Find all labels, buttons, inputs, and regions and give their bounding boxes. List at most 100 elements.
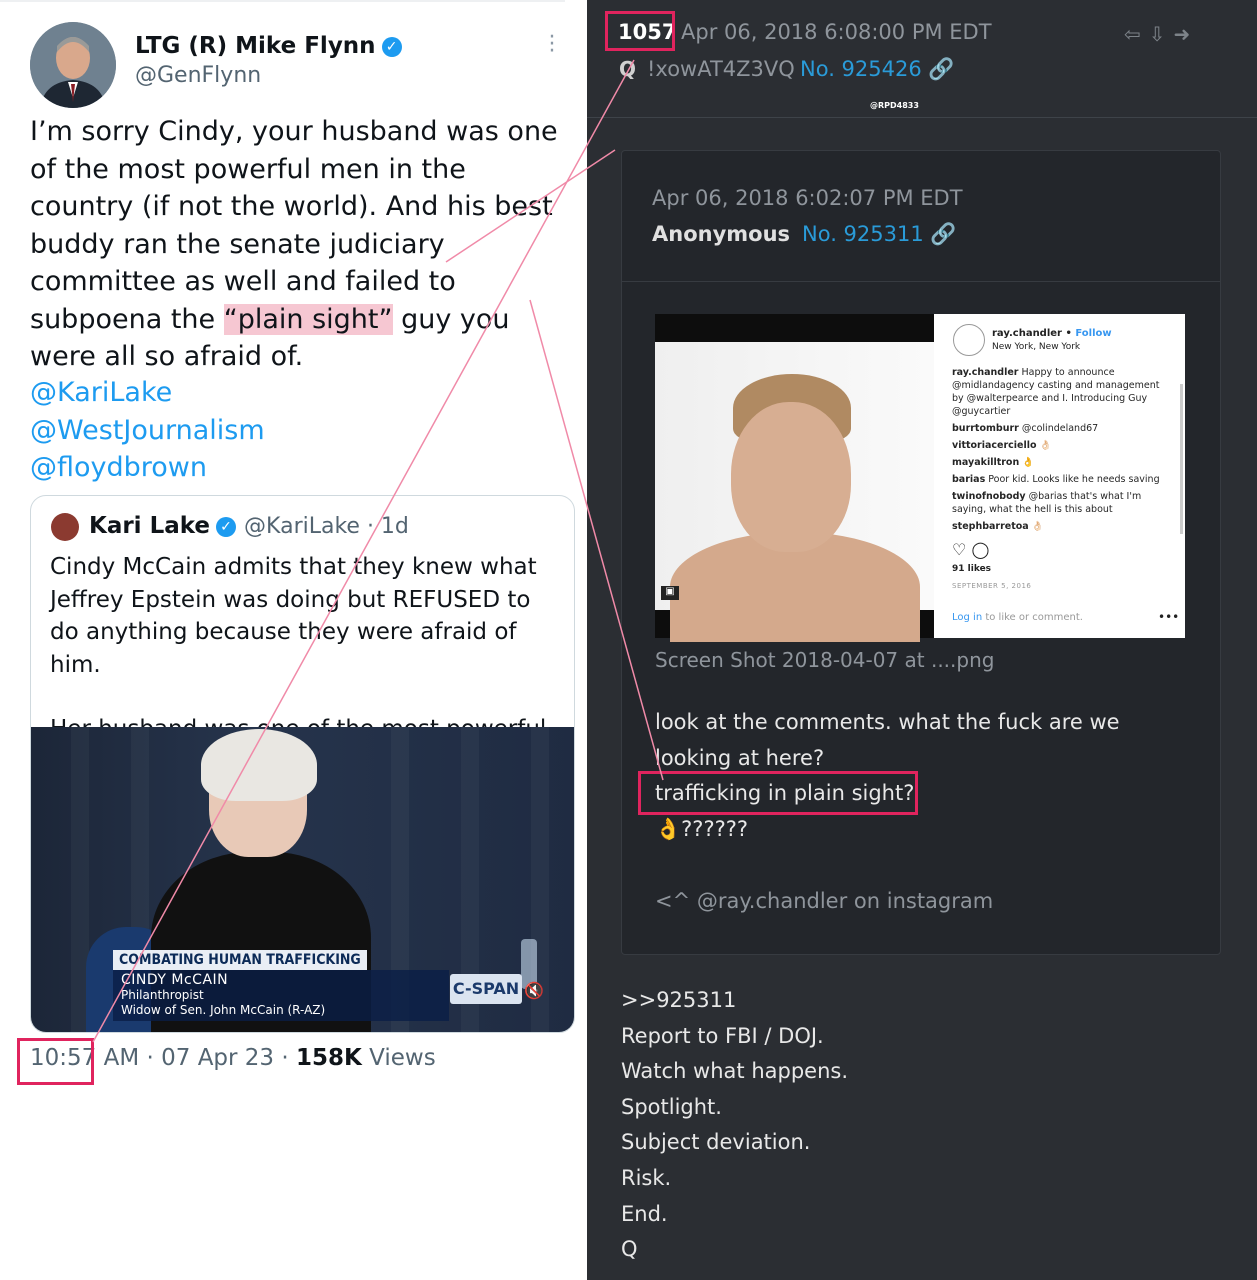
highlight-box-trafficking (638, 771, 918, 815)
highlighted-phrase: “plain sight” (223, 303, 393, 335)
quoted-author: Kari Lake ✓ @KariLake · 1d (89, 513, 409, 539)
network-logo: C-SPAN (450, 974, 522, 1004)
comment-user: ray.chandler (952, 367, 1019, 378)
drop-line[interactable]: >>925311 (621, 983, 848, 1019)
drop-text: >>925311 Report to FBI / DOJ. Watch what… (621, 983, 848, 1268)
drop-line: End. (621, 1201, 668, 1226)
comment-user: stephbarretoa (952, 521, 1029, 532)
divider (0, 0, 565, 2)
comment: mayakilltron 👌 (952, 456, 1172, 469)
views-count: 158K (296, 1045, 362, 1071)
video-player[interactable]: COMBATING HUMAN TRAFFICKING CINDY McCAIN… (31, 727, 574, 1032)
post-no-text: No. 925426 (800, 57, 922, 81)
instagram-actions: ♡ ◯ (952, 540, 989, 559)
camera-icon: ▣ (661, 586, 679, 600)
drop-line: Q (621, 1237, 638, 1262)
post-link[interactable]: No. 925426 🔗 (800, 57, 955, 82)
author-name[interactable]: LTG (R) Mike Flynn ✓ (135, 33, 402, 59)
more-options-icon[interactable]: · · · (546, 27, 556, 63)
comment-text: 👌 (1022, 457, 1035, 468)
mention-link[interactable]: @WestJournalism (30, 412, 265, 450)
q-logo-icon: Q (619, 57, 637, 81)
drop-line: Watch what happens. (621, 1059, 849, 1084)
login-link[interactable]: Log in (952, 612, 982, 623)
comment-user: mayakilltron (952, 457, 1020, 468)
instagram-username: ray.chandler (992, 328, 1062, 339)
drop-line: Spotlight. (621, 1094, 722, 1119)
card-author: Anonymous (652, 222, 791, 246)
mention-link[interactable]: @floydbrown (30, 449, 265, 487)
watermark: @RPD4833 (870, 101, 919, 110)
comment-user: vittoriacerciello (952, 440, 1037, 451)
attachment-filename[interactable]: Screen Shot 2018-04-07 at ....png (655, 648, 994, 672)
card-body-line: look at the comments. what the fuck are … (655, 710, 1120, 770)
download-icon[interactable]: ⇩ (1149, 22, 1174, 46)
verified-badge-icon: ✓ (216, 517, 237, 537)
quoted-handle-time: @KariLake · 1d (244, 514, 409, 539)
tweet-text-part: I’m sorry Cindy, your husband was one of… (30, 116, 558, 335)
banner-name: CINDY McCAIN (121, 972, 229, 988)
mentions: @KariLake @WestJournalism @floydbrown (30, 374, 265, 487)
tripcode: !xowAT4Z3VQ (647, 57, 795, 81)
comment: vittoriacerciello 👌🏻 (952, 439, 1172, 452)
forward-icon[interactable]: ➜ (1174, 22, 1199, 46)
drop-line: Report to FBI / DOJ. (621, 1023, 824, 1048)
comment-text: 👌🏻 (1039, 440, 1052, 451)
mention-link[interactable]: @KariLake (30, 374, 265, 412)
highlight-box-time (17, 1038, 94, 1085)
portrait-photo: ▣ (655, 314, 934, 642)
comment-text: @colindeland67 (1021, 423, 1099, 434)
instagram-avatar (953, 324, 985, 356)
comment-text: Poor kid. Looks like he needs saving (988, 474, 1160, 485)
tweet-panel: LTG (R) Mike Flynn ✓ @GenFlynn · · · I’m so… (0, 0, 587, 1280)
divider (587, 117, 1257, 118)
link-icon: 🔗 (930, 222, 957, 246)
quoted-tweet[interactable]: Kari Lake ✓ @KariLake · 1d Cindy McCain a… (30, 495, 575, 1033)
drop-line: Subject deviation. (621, 1130, 811, 1155)
scrollbar[interactable] (1180, 384, 1183, 534)
post-date: Apr 06, 2018 6:08:00 PM EDT (681, 20, 992, 44)
link-icon: 🔗 (928, 57, 955, 81)
login-text: to like or comment. (982, 612, 1083, 623)
quoted-author-name: Kari Lake (89, 513, 211, 539)
lower-third-banner: COMBATING HUMAN TRAFFICKING CINDY McCAIN… (113, 949, 449, 1021)
card-signature: <^ @ray.chandler on instagram (655, 889, 994, 913)
comment: burrtomburr @colindeland67 (952, 422, 1172, 435)
card-post-no-text: No. 925311 (802, 222, 924, 246)
post-actions: ⇦⇩➜ (1124, 22, 1198, 46)
follow-button[interactable]: Follow (1075, 328, 1111, 339)
date: AM · 07 Apr 23 · (96, 1045, 296, 1071)
highlight-box-number (605, 11, 675, 51)
instagram-comments: ray.chandler Happy to announce @midlanda… (952, 366, 1172, 537)
screenshot-image[interactable]: ▣ ray.chandler • Follow New York, New Yo… (655, 314, 1185, 642)
comment-icon[interactable]: ◯ (971, 540, 989, 559)
comment-text: 👌🏻 (1031, 521, 1044, 532)
comment: stephbarretoa 👌🏻 (952, 520, 1172, 533)
more-options-icon[interactable]: ••• (1158, 610, 1179, 624)
verified-badge-icon: ✓ (381, 37, 402, 57)
comment-user: barias (952, 474, 986, 485)
instagram-panel: ray.chandler • Follow New York, New York… (935, 314, 1185, 638)
tweet-text: I’m sorry Cindy, your husband was one of… (30, 113, 570, 376)
comment: ray.chandler Happy to announce @midlanda… (952, 366, 1172, 418)
avatar[interactable] (30, 22, 116, 108)
likes-count: 91 likes (952, 564, 992, 574)
instagram-date: SEPTEMBER 5, 2016 (952, 582, 1032, 590)
card-post-link[interactable]: No. 925311 🔗 (802, 222, 957, 247)
heart-icon[interactable]: ♡ (952, 540, 966, 559)
instagram-user: ray.chandler • Follow (992, 328, 1112, 339)
mute-icon[interactable]: 🔇 (524, 981, 544, 1000)
comment: twinofnobody @barias that's what I'm say… (952, 490, 1172, 516)
comment: barias Poor kid. Looks like he needs sav… (952, 473, 1172, 486)
quoted-avatar[interactable] (51, 513, 79, 541)
card-body-line: 👌?????? (655, 816, 749, 841)
q-post-panel: 1057 Apr 06, 2018 6:08:00 PM EDT ⇦⇩➜ Q !… (587, 0, 1257, 1280)
card-date: Apr 06, 2018 6:02:07 PM EDT (652, 186, 963, 210)
share-icon[interactable]: ⇦ (1124, 22, 1149, 46)
banner-role: Philanthropist (121, 988, 204, 1002)
speaker-hair (201, 729, 317, 801)
author-name-text: LTG (R) Mike Flynn (135, 33, 376, 59)
comment-user: burrtomburr (952, 423, 1019, 434)
views-label: Views (361, 1045, 436, 1071)
author-handle[interactable]: @GenFlynn (135, 63, 261, 88)
